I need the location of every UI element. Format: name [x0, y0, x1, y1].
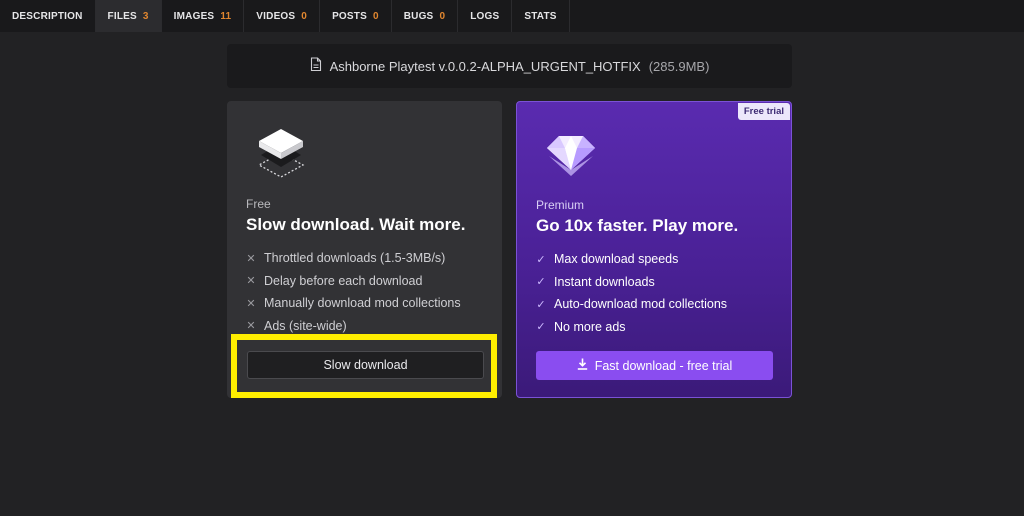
- button-label: Fast download - free trial: [594, 358, 733, 373]
- tab-logs[interactable]: LOGS: [458, 0, 513, 32]
- tab-files[interactable]: FILES 3: [95, 0, 162, 32]
- list-item: ✓ Max download speeds: [536, 252, 679, 267]
- file-size: (285.9MB): [648, 58, 710, 74]
- tab-description[interactable]: DESCRIPTION: [0, 0, 96, 32]
- cross-icon: ✕: [246, 275, 256, 288]
- fast-download-button[interactable]: Fast download - free trial: [536, 351, 773, 380]
- check-icon: ✓: [536, 253, 546, 266]
- tab-count: 3: [142, 10, 149, 22]
- layers-icon: [253, 125, 309, 181]
- file-info-bar: Ashborne Playtest v.0.0.2-ALPHA_URGENT_H…: [227, 44, 792, 88]
- feature-list: ✓ Max download speeds ✓ Instant downloads …: [536, 248, 727, 338]
- list-item: ✓ Auto-download mod collections: [536, 297, 728, 312]
- list-item: ✓ No more ads: [536, 319, 626, 334]
- tab-label: DESCRIPTION: [12, 10, 83, 22]
- file-icon: [310, 57, 322, 75]
- download-icon: [577, 358, 588, 373]
- list-item: ✕ Throttled downloads (1.5-3MB/s): [246, 251, 446, 266]
- tab-label: STATS: [524, 10, 557, 22]
- tab-label: BUGS: [403, 10, 434, 22]
- tab-label: VIDEOS: [256, 10, 296, 22]
- file-name: Ashborne Playtest v.0.0.2-ALPHA_URGENT_H…: [329, 58, 641, 74]
- tab-bugs[interactable]: BUGS 0: [392, 0, 459, 32]
- tab-count: 0: [372, 10, 379, 22]
- cross-icon: ✕: [246, 320, 256, 333]
- plan-kicker: Premium: [536, 198, 585, 212]
- tab-bar: DESCRIPTION FILES 3 IMAGES 11 VIDEOS 0 P…: [0, 0, 1024, 32]
- tab-images[interactable]: IMAGES 11: [162, 0, 245, 32]
- diamond-icon: [543, 126, 599, 182]
- check-icon: ✓: [536, 321, 546, 334]
- check-icon: ✓: [536, 276, 546, 289]
- feature-list: ✕ Throttled downloads (1.5-3MB/s) ✕ Delay …: [246, 247, 461, 337]
- tab-posts[interactable]: POSTS 0: [320, 0, 392, 32]
- tab-stats[interactable]: STATS: [512, 0, 570, 32]
- tab-label: POSTS: [332, 10, 367, 22]
- list-item: ✓ Instant downloads: [536, 274, 655, 289]
- tab-label: LOGS: [470, 10, 500, 22]
- plan-kicker: Free: [246, 197, 271, 211]
- plan-title: Go 10x faster. Play more.: [536, 216, 739, 235]
- cross-icon: ✕: [246, 252, 256, 265]
- tab-label: FILES: [107, 10, 137, 22]
- tab-label: IMAGES: [173, 10, 215, 22]
- plan-title: Slow download. Wait more.: [246, 215, 466, 234]
- free-trial-badge: Free trial: [737, 103, 790, 120]
- tab-count: 0: [439, 10, 446, 22]
- free-plan-card: Free Slow download. Wait more. ✕ Throttle…: [227, 101, 502, 398]
- tab-count: 11: [220, 10, 232, 22]
- premium-plan-card: Free trial Premium Go 10x faster. Play m…: [516, 101, 792, 398]
- check-icon: ✓: [536, 298, 546, 311]
- tab-count: 0: [301, 10, 308, 22]
- list-item: ✕ Delay before each download: [246, 273, 423, 288]
- cross-icon: ✕: [246, 297, 256, 310]
- list-item: ✕ Ads (site-wide): [246, 318, 347, 333]
- tab-videos[interactable]: VIDEOS 0: [244, 0, 321, 32]
- slow-download-button[interactable]: Slow download: [247, 351, 484, 379]
- list-item: ✕ Manually download mod collections: [246, 296, 461, 311]
